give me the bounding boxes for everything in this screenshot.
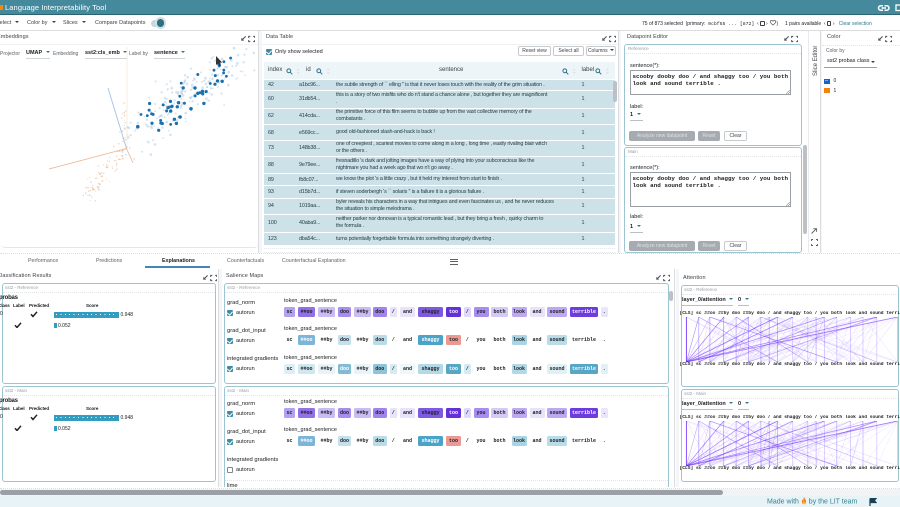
- svg-text:Slice Editor: Slice Editor: [813, 46, 819, 76]
